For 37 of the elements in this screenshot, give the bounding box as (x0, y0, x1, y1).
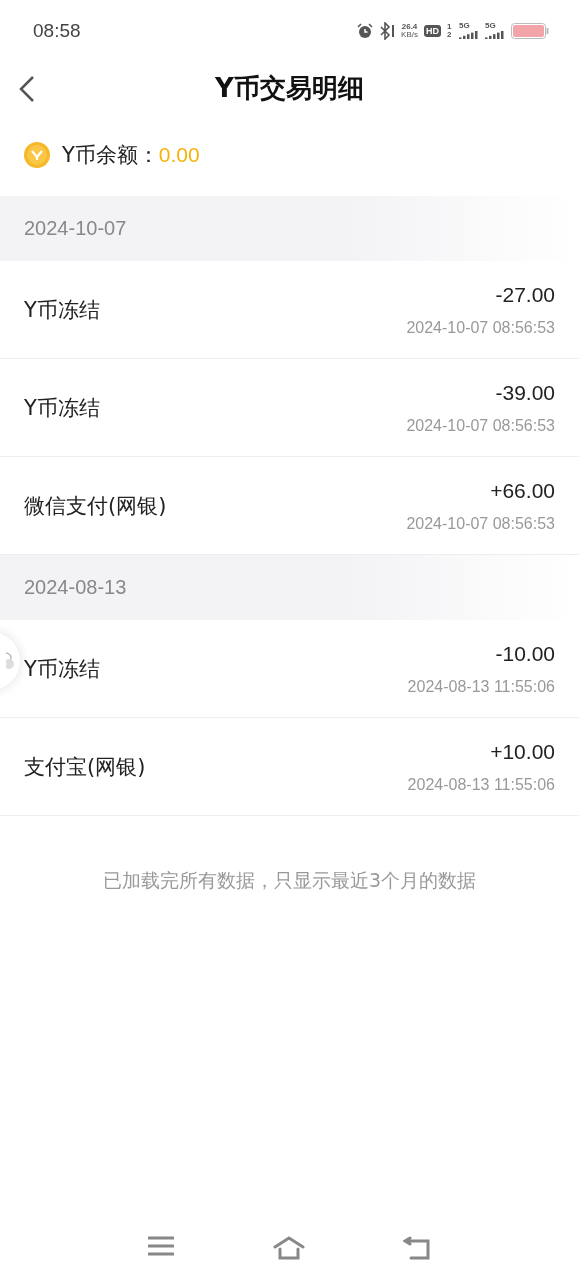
transaction-title: 微信支付(网银) (24, 492, 167, 520)
transaction-title: Y币冻结 (24, 655, 100, 683)
transaction-amount: +10.00 (490, 739, 555, 764)
transaction-amount: -10.00 (495, 641, 555, 666)
transaction-time: 2024-10-07 08:56:53 (406, 318, 555, 337)
transaction-amount: -27.00 (495, 282, 555, 307)
menu-icon[interactable] (148, 1236, 174, 1256)
network-speed: 26.4 (401, 23, 418, 31)
group-date: 2024-10-07 (24, 217, 127, 240)
transaction-title: Y币冻结 (24, 394, 100, 422)
alarm-icon (357, 23, 374, 39)
speed-unit: KB/s (401, 31, 418, 39)
network-type: 5G (459, 22, 470, 30)
clock-time: 08:58 (33, 20, 81, 42)
hd-indicator: HD (424, 25, 441, 37)
signal-icon (485, 31, 505, 40)
transaction-title: 支付宝(网银) (24, 753, 146, 781)
signal-icon (459, 31, 479, 40)
balance-value: 0.00 (158, 143, 200, 167)
transaction-time: 2024-08-13 11:55:06 (407, 677, 555, 696)
balance-label: Y币余额： (62, 142, 159, 169)
transaction-amount: -39.00 (495, 380, 555, 405)
page-title: Y币交易明细 (215, 71, 364, 105)
home-icon[interactable] (272, 1236, 305, 1260)
transaction-time: 2024-08-13 11:55:06 (407, 775, 555, 794)
bluetooth-icon (379, 22, 396, 40)
sim-slots: 1 2 (447, 23, 453, 39)
coin-icon (24, 142, 50, 168)
battery-icon (511, 23, 549, 39)
transaction-time: 2024-10-07 08:56:53 (406, 416, 555, 435)
network-type: 5G (485, 22, 496, 30)
group-date: 2024-08-13 (24, 576, 127, 599)
back-nav-icon[interactable] (403, 1236, 431, 1260)
transaction-amount: +66.00 (490, 478, 555, 503)
transaction-time: 2024-10-07 08:56:53 (406, 514, 555, 533)
transaction-title: Y币冻结 (24, 296, 100, 324)
footer-note: 已加载完所有数据，只显示最近3个月的数据 (101, 868, 478, 893)
